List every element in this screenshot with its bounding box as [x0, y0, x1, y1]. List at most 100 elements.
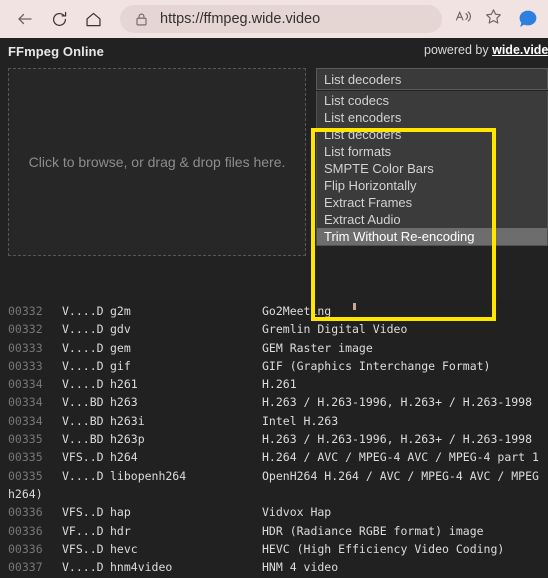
- file-dropzone-label: Click to browse, or drag & drop files he…: [28, 154, 286, 170]
- console-line-flags: V....D: [62, 358, 104, 373]
- clipped-text-remnant: [353, 303, 356, 310]
- command-select-wrapper: List decoders List codecs List encoders …: [316, 68, 548, 246]
- console-line-flags: V....D: [62, 468, 104, 483]
- command-select-dropdown[interactable]: List codecs List encoders List decoders …: [316, 91, 548, 246]
- console-line-number: 00336: [8, 505, 43, 520]
- browser-toolbar: https://ffmpeg.wide.video: [0, 0, 548, 38]
- console-line-number: 00334: [8, 395, 43, 410]
- select-option[interactable]: List formats: [317, 143, 547, 160]
- workspace: Click to browse, or drag & drop files he…: [0, 64, 548, 321]
- console-line: 00334 V...BD h263i Intel H.263: [0, 412, 548, 430]
- console-line: 00336 VF...D hdr HDR (Radiance RGBE format)…: [0, 522, 548, 540]
- console-line-flags: V....D: [62, 304, 104, 318]
- select-option[interactable]: Flip Horizontally: [317, 177, 547, 194]
- console-line-codec: gdv: [110, 322, 131, 337]
- console-line-codec: h263i: [110, 413, 145, 428]
- read-aloud-icon: [454, 7, 473, 31]
- file-dropzone[interactable]: Click to browse, or drag & drop files he…: [8, 68, 306, 256]
- console-line-description: GEM Raster image: [262, 340, 373, 355]
- console-line-description: Intel H.263: [262, 413, 339, 428]
- select-option[interactable]: List codecs: [317, 92, 547, 109]
- console-line-description: GIF (Graphics Interchange Format): [262, 358, 491, 373]
- console-line-flags: VFS..D: [62, 541, 104, 556]
- select-option[interactable]: List encoders: [317, 109, 547, 126]
- console-line-number: 00335: [8, 432, 43, 447]
- star-icon: [484, 7, 503, 31]
- console-line-description: Vidvox Hap: [262, 505, 332, 520]
- console-line-codec: h261: [110, 377, 138, 392]
- console-line-description: HEVC (High Efficiency Video Coding): [262, 541, 505, 556]
- console-line-flags: V....D: [62, 377, 104, 392]
- console-line-codec: hevc: [110, 541, 138, 556]
- console-line-codec: hdr: [110, 523, 131, 538]
- console-line: 00336 VFS..D hevc HEVC (High Efficiency Vid…: [0, 540, 548, 558]
- console-line: 00334 V...BD h263 H.263 / H.263-1996, H.263…: [0, 393, 548, 411]
- console-line-flags: V...BD: [62, 395, 104, 410]
- console-line-description: OpenH264 H.264 / AVC / MPEG-4 AVC / MPEG: [262, 468, 539, 483]
- url-text: https://ffmpeg.wide.video: [160, 11, 321, 27]
- console-output[interactable]: 00332 V....D g2m Go2Meeting 00332 V....D gdv Gr…: [0, 302, 548, 578]
- console-line-codec: h263: [110, 395, 138, 410]
- wide-video-link[interactable]: wide.video: [492, 43, 548, 57]
- console-line: 00336 VFS..D hap Vidvox Hap: [0, 503, 548, 521]
- console-line-number: 00332: [8, 322, 43, 337]
- reload-icon: [50, 10, 69, 29]
- back-button[interactable]: [8, 4, 42, 34]
- console-line-number: 00333: [8, 340, 43, 355]
- console-line: 00334 V....D h261 H.261: [0, 375, 548, 393]
- home-button[interactable]: [76, 4, 110, 34]
- page-title: FFmpeg Online: [8, 44, 104, 59]
- command-select-value: List decoders: [324, 71, 402, 87]
- app-header: FFmpeg Online powered by wide.video: [0, 38, 548, 64]
- console-line-codec: g2m: [110, 304, 131, 318]
- console-line: 00337 V....D hnm4video HNM 4 video: [0, 558, 548, 576]
- console-line-codec: h264: [110, 450, 138, 465]
- console-line-number: 00333: [8, 358, 43, 373]
- profile-button[interactable]: [518, 9, 538, 29]
- powered-by-prefix: powered by: [424, 43, 493, 57]
- console-line: h264): [0, 485, 548, 503]
- console-line-number: 00336: [8, 541, 43, 556]
- console-line-codec: libopenh264: [110, 468, 187, 483]
- console-line-number: 00335: [8, 468, 43, 483]
- add-favorite-button[interactable]: [478, 6, 508, 32]
- console-line-number: 00334: [8, 413, 43, 428]
- address-bar[interactable]: https://ffmpeg.wide.video: [120, 5, 442, 33]
- console-line-description: H.263 / H.263-1996, H.263+ / H.263-1998: [262, 395, 533, 410]
- console-line-flags: V....D: [62, 560, 104, 575]
- console-line: 00335 V...BD h263p H.263 / H.263-1996, H.26…: [0, 430, 548, 448]
- console-line-codec: gif: [110, 358, 131, 373]
- profile-avatar-icon: [518, 10, 538, 33]
- powered-by-credit: powered by wide.video: [424, 43, 548, 57]
- console-line-codec: h263p: [110, 432, 145, 447]
- console-line-description: H.264 / AVC / MPEG-4 AVC / MPEG-4 part 1: [262, 450, 539, 465]
- console-line-flags: VFS..D: [62, 505, 104, 520]
- console-line-description: Go2Meeting: [262, 304, 332, 318]
- console-line-number: 00337: [8, 560, 43, 575]
- console-line-description: H.261: [262, 377, 297, 392]
- home-icon: [84, 10, 103, 29]
- reload-button[interactable]: [42, 4, 76, 34]
- select-option-selected[interactable]: Trim Without Re-encoding: [317, 228, 547, 245]
- select-option[interactable]: Extract Frames: [317, 194, 547, 211]
- console-line-number: 00336: [8, 523, 43, 538]
- ffmpeg-online-page: FFmpeg Online powered by wide.video Clic…: [0, 38, 548, 578]
- console-line: 00332 V....D gdv Gremlin Digital Video: [0, 320, 548, 338]
- back-arrow-icon: [15, 9, 35, 29]
- console-line-flags: V....D: [62, 322, 104, 337]
- console-line-codec: hap: [110, 505, 131, 520]
- select-option[interactable]: Extract Audio: [317, 211, 547, 228]
- command-select[interactable]: List decoders: [316, 68, 548, 90]
- console-line-flags: VF...D: [62, 523, 104, 538]
- read-aloud-button[interactable]: [448, 6, 478, 32]
- console-line-number: 00332: [8, 304, 43, 318]
- console-line: 00333 V....D gif GIF (Graphics Interchange …: [0, 357, 548, 375]
- console-line-description: Gremlin Digital Video: [262, 322, 408, 337]
- select-option[interactable]: SMPTE Color Bars: [317, 160, 547, 177]
- console-line: 00335 V....D libopenh264 OpenH264 H.264 / A…: [0, 467, 548, 485]
- console-line-description: HNM 4 video: [262, 560, 339, 575]
- console-line-description: HDR (Radiance RGBE format) image: [262, 523, 484, 538]
- select-option[interactable]: List decoders: [317, 126, 547, 143]
- console-line-codec: gem: [110, 340, 131, 355]
- console-line-codec: hnm4video: [110, 560, 173, 575]
